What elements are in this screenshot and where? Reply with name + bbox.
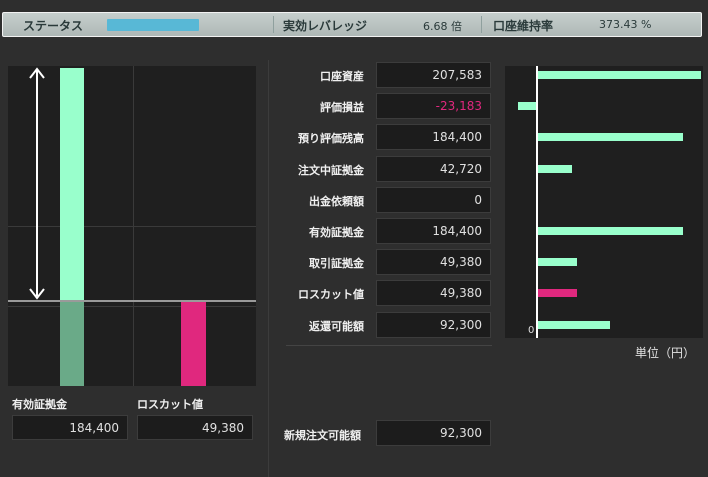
leverage-value: 6.68 倍 <box>423 20 462 33</box>
chart-bar <box>538 258 577 267</box>
leverage-label: 実効レバレッジ <box>283 19 368 33</box>
chart-bar <box>538 71 701 79</box>
row-value: 0 <box>376 186 491 213</box>
panel-separator <box>268 60 269 477</box>
chart-bar <box>517 102 536 111</box>
effective-margin-value: 184,400 <box>12 415 128 440</box>
row-label: 口座資産 <box>320 70 364 83</box>
row-value: 92,300 <box>376 311 491 338</box>
effective-margin-bar <box>60 68 84 301</box>
margin-rate-label: 口座維持率 <box>493 19 554 33</box>
row-value: 184,400 <box>376 124 491 151</box>
effective-margin-label: 有効証拠金 <box>12 398 67 411</box>
row-label: 注文中証拠金 <box>298 163 364 177</box>
losscut-value: 49,380 <box>137 415 253 440</box>
margin-rate-value: 373.43 % <box>599 18 652 31</box>
new-order-label: 新規注文可能額 <box>284 429 361 442</box>
losscut-bar <box>181 301 206 386</box>
row-value: 49,380 <box>376 249 491 276</box>
status-label: ステータス <box>23 19 84 33</box>
status-divider <box>273 16 274 33</box>
row-value: -23,183 <box>376 93 491 120</box>
account-bar-chart: 0 <box>505 66 703 338</box>
rows-divider <box>286 345 492 346</box>
row-label: 預り評価残高 <box>298 132 364 146</box>
status-bar: ステータス 実効レバレッジ 6.68 倍 口座維持率 373.43 % <box>2 12 702 37</box>
double-arrow-icon <box>29 67 45 300</box>
chart-bar <box>538 133 683 142</box>
effective-margin-bar-lower <box>60 301 84 386</box>
row-label: 有効証拠金 <box>309 226 364 239</box>
row-label: 返還可能額 <box>309 319 364 333</box>
new-order-value: 92,300 <box>376 420 491 446</box>
row-value: 49,380 <box>376 280 491 307</box>
unit-label: 単位（円） <box>635 346 696 360</box>
chart-bar <box>538 164 572 173</box>
row-label: 出金依頼額 <box>309 194 364 208</box>
chart-gridline <box>8 306 256 307</box>
losscut-label: ロスカット値 <box>137 398 203 411</box>
chart-bar <box>538 227 683 235</box>
margin-chart <box>8 66 256 386</box>
row-value: 207,583 <box>376 62 491 88</box>
row-label: 取引証拠金 <box>309 257 364 271</box>
chart-zero-label: 0 <box>528 325 535 336</box>
chart-bar <box>538 320 611 329</box>
row-label: ロスカット値 <box>298 288 364 302</box>
status-meter <box>107 19 199 31</box>
row-value: 184,400 <box>376 218 491 244</box>
chart-bar <box>538 289 577 298</box>
status-divider <box>481 16 482 33</box>
row-value: 42,720 <box>376 155 491 182</box>
row-label: 評価損益 <box>320 101 364 115</box>
